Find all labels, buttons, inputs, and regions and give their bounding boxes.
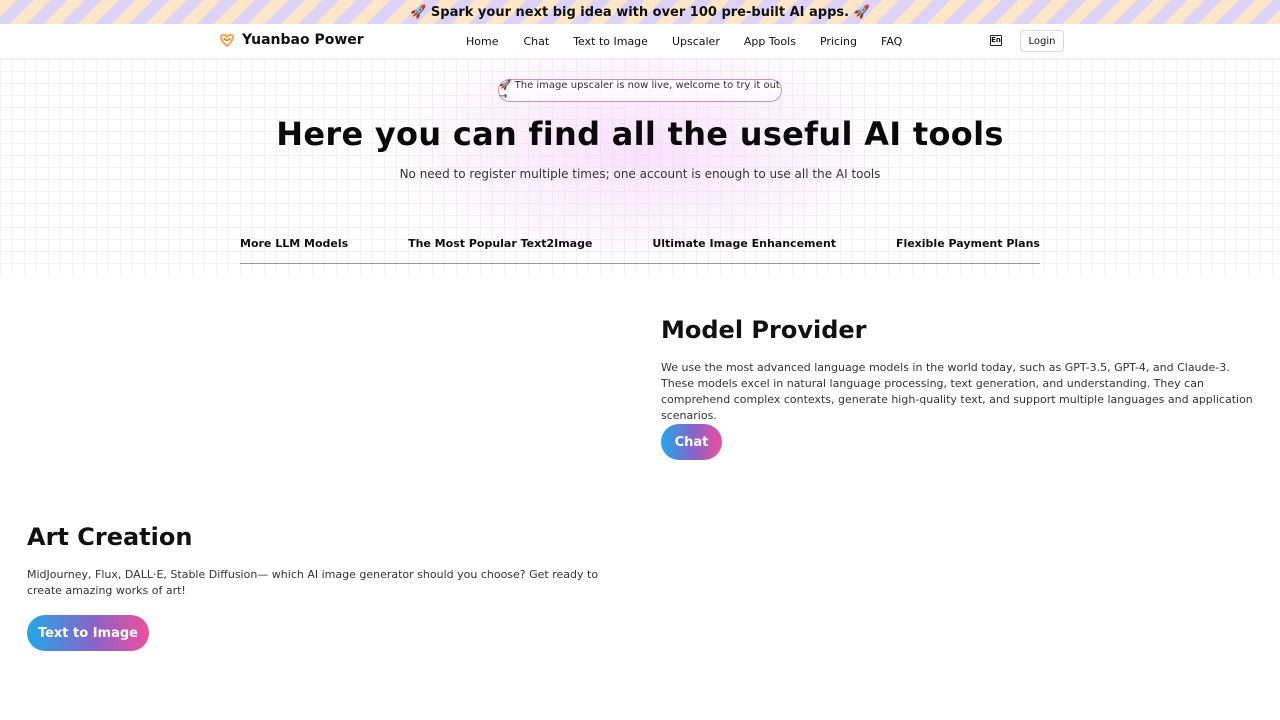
brand-name: Yuanbao Power	[242, 32, 364, 48]
feature-tab-llm-models[interactable]: More LLM Models	[240, 237, 348, 263]
feature-tabs: More LLM Models The Most Popular Text2Im…	[240, 237, 1040, 264]
chat-button[interactable]: Chat	[661, 424, 722, 460]
nav-link-chat[interactable]: Chat	[523, 35, 549, 48]
hero-section: 🚀 The image upscaler is now live, welcom…	[0, 59, 1280, 274]
login-button[interactable]: Login	[1020, 30, 1064, 52]
hero-title: Here you can find all the useful AI tool…	[276, 115, 1004, 153]
announcement-text: 🚀 The image upscaler is now live, welcom…	[499, 79, 780, 102]
model-provider-description: We use the most advanced language models…	[661, 361, 1253, 422]
promo-text[interactable]: 🚀 Spark your next big idea with over 100…	[410, 5, 870, 20]
feature-tab-image-enhancement[interactable]: Ultimate Image Enhancement	[652, 237, 836, 263]
feature-tab-payment-plans[interactable]: Flexible Payment Plans	[896, 237, 1040, 263]
text-to-image-button[interactable]: Text to Image	[27, 615, 149, 651]
top-navbar: Yuanbao Power Home Chat Text to Image Up…	[0, 24, 1280, 59]
model-provider-title: Model Provider	[661, 316, 867, 344]
hero-subtitle: No need to register multiple times; one …	[399, 167, 881, 181]
nav-link-text-to-image[interactable]: Text to Image	[573, 35, 648, 48]
brand-logo-icon	[219, 33, 235, 48]
nav-link-faq[interactable]: FAQ	[881, 35, 902, 48]
nav-link-app-tools[interactable]: App Tools	[744, 35, 796, 48]
announcement-pill[interactable]: 🚀 The image upscaler is now live, welcom…	[498, 79, 782, 102]
nav-link-home[interactable]: Home	[466, 35, 498, 48]
nav-links: Home Chat Text to Image Upscaler App Too…	[466, 35, 902, 48]
art-creation-description: MidJourney, Flux, DALL·E, Stable Diffusi…	[27, 568, 599, 597]
feature-tab-text2image[interactable]: The Most Popular Text2Image	[408, 237, 592, 263]
art-creation-title: Art Creation	[27, 523, 193, 551]
language-icon[interactable]: En	[990, 35, 1002, 46]
nav-link-pricing[interactable]: Pricing	[820, 35, 857, 48]
promo-banner[interactable]: 🚀 Spark your next big idea with over 100…	[0, 0, 1280, 24]
brand[interactable]: Yuanbao Power	[219, 32, 364, 48]
nav-link-upscaler[interactable]: Upscaler	[672, 35, 720, 48]
